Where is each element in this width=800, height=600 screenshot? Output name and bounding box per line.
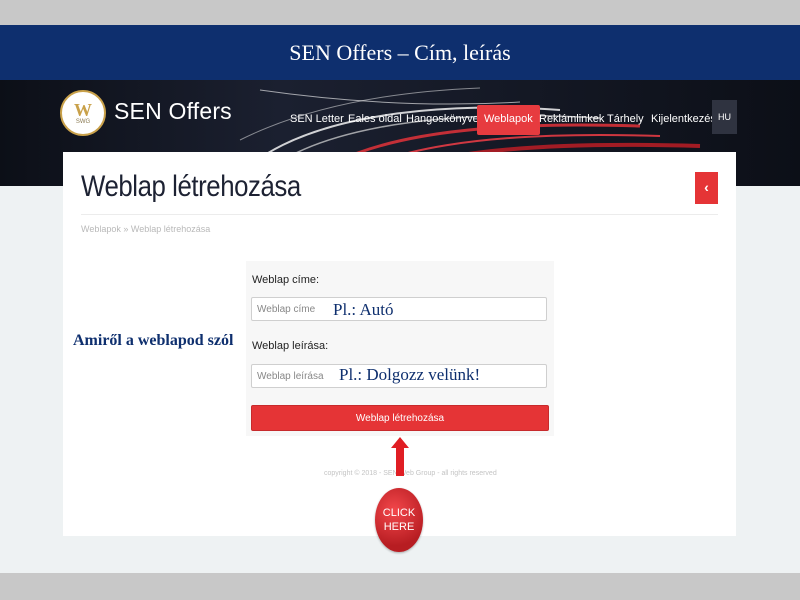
description-field-label: Weblap leírása: [252, 340, 329, 352]
page-title: Weblap létrehozása [81, 170, 301, 203]
nav-item-hangoskonyvek[interactable]: Hangoskönyvek [406, 105, 484, 135]
slide-title-bar: SEN Offers – Cím, leírás [0, 25, 800, 80]
nav-item-tarhely[interactable]: Tárhely [607, 105, 644, 135]
nav-item-reklamlinkek[interactable]: Reklámlinkek [539, 105, 604, 135]
create-webpage-form: Weblap címe: Weblap címe Weblap leírása:… [246, 261, 554, 436]
logo-subtext: SWG [75, 119, 91, 125]
title-example-hint: Pl.: Autó [333, 300, 394, 319]
website-screenshot: W SWG SEN Offers SEN Letter Eales oldal … [0, 80, 800, 573]
logo-mark: W [74, 100, 92, 120]
title-input[interactable]: Weblap címe [251, 297, 547, 321]
content-card: Weblap létrehozása ‹ Weblapok » Weblap l… [63, 152, 736, 536]
click-here-badge: CLICK HERE [375, 488, 423, 552]
slide-title: SEN Offers – Cím, leírás [289, 39, 511, 65]
create-webpage-button[interactable]: Weblap létrehozása [251, 405, 549, 431]
nav-item-kijelentkezes[interactable]: Kijelentkezés [651, 105, 716, 135]
title-field-label: Weblap címe: [252, 274, 320, 286]
click-here-line1: CLICK [382, 507, 416, 519]
nav-item-weblapok[interactable]: Weblapok [477, 105, 540, 135]
top-margin [0, 0, 800, 25]
breadcrumb[interactable]: Weblapok » Weblap létrehozása [81, 224, 210, 234]
topic-annotation: Amiről a weblapod szól [73, 332, 234, 349]
back-button[interactable]: ‹ [695, 172, 718, 204]
brand-name[interactable]: SEN Offers [114, 98, 232, 125]
chevron-left-icon: ‹ [704, 179, 709, 195]
click-here-line2: HERE [383, 521, 415, 533]
nav-item-sen-letter[interactable]: SEN Letter [290, 105, 344, 135]
footer-copyright: copyright © 2018 - SEN Web Group - all r… [324, 470, 497, 477]
language-button[interactable]: HU [712, 100, 737, 134]
description-example-hint: Pl.: Dolgozz velünk! [339, 365, 481, 384]
nav-item-eales-oldal[interactable]: Eales oldal [348, 105, 402, 135]
title-divider [81, 214, 718, 215]
arrow-shaft [396, 446, 404, 476]
brand-logo[interactable]: W SWG [60, 90, 106, 136]
bottom-margin [0, 573, 800, 600]
